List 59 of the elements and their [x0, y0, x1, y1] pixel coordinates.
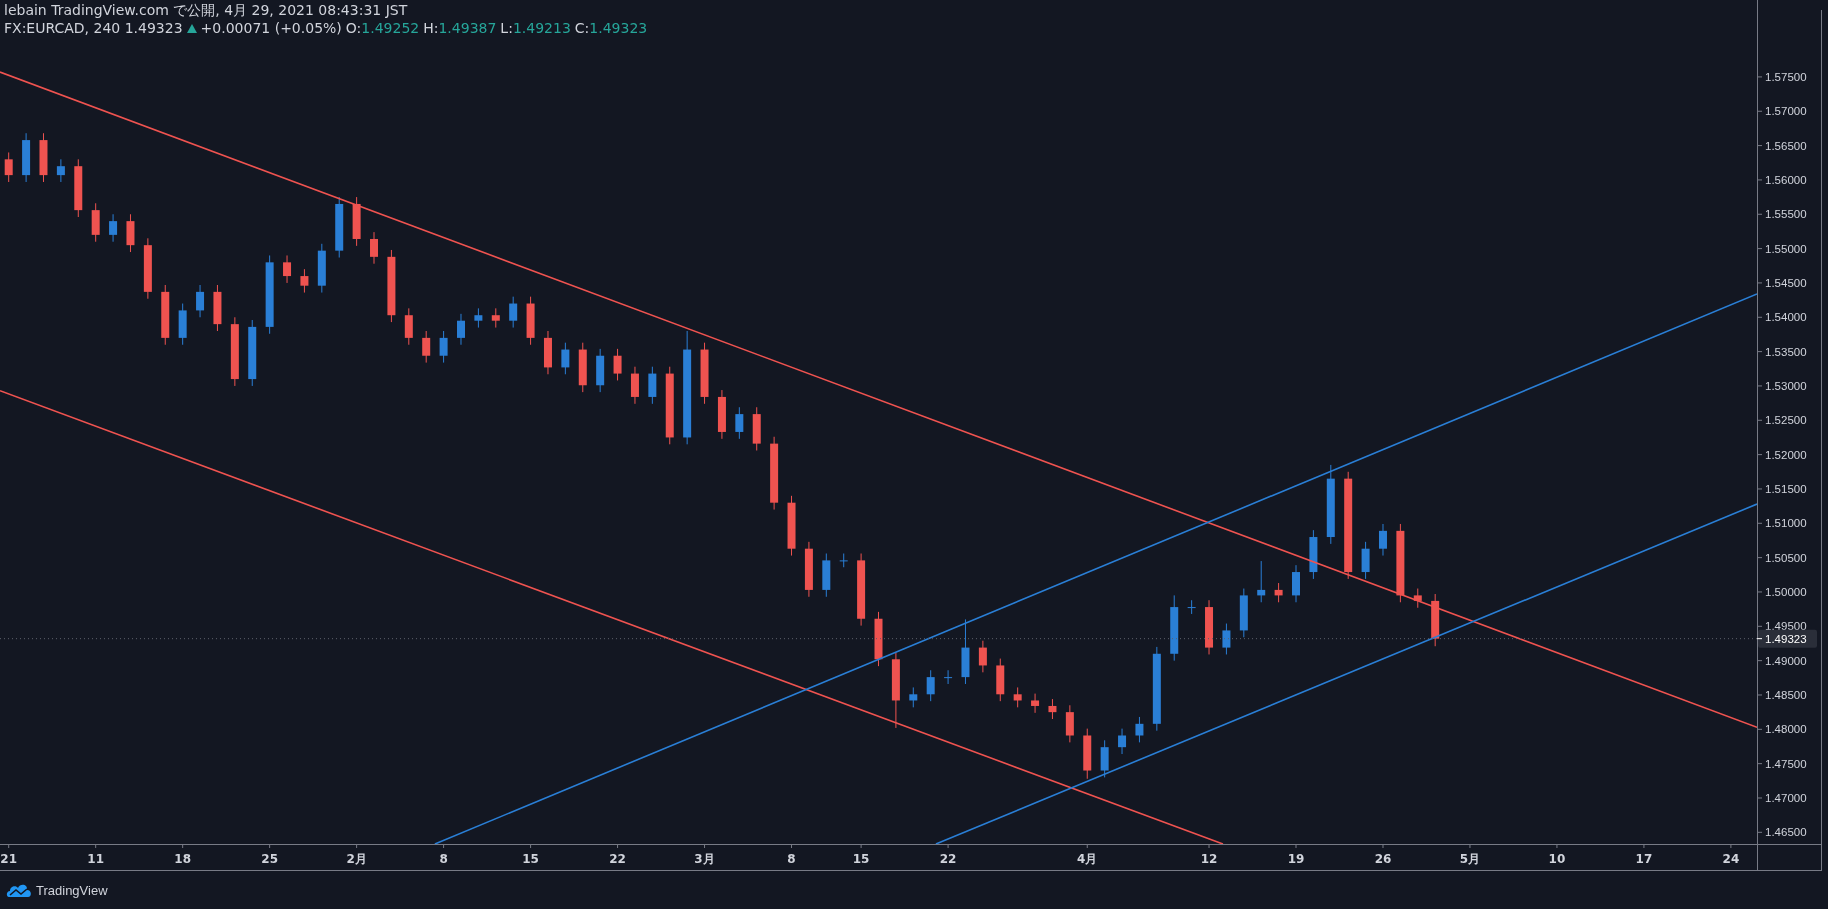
- time-tick-label: 19: [1287, 852, 1305, 866]
- ohlc-label: L:: [500, 20, 513, 37]
- symbol-label: FX:EURCAD, 240 1.49323: [4, 20, 183, 37]
- price-tick-label: 1.55000: [1765, 242, 1807, 255]
- time-tick-label: 12: [1200, 852, 1218, 866]
- time-tick-label: 26: [1374, 852, 1392, 866]
- time-tick-label: 5月: [1459, 852, 1481, 866]
- price-tick-label: 1.47500: [1765, 757, 1807, 770]
- brand-name: TradingView: [36, 882, 108, 898]
- price-tick-label: 1.48500: [1765, 689, 1807, 701]
- price-tick-label: 1.47000: [1765, 792, 1807, 804]
- price-tick-label: 1.48000: [1765, 723, 1807, 736]
- time-tick-label: 22: [939, 852, 957, 866]
- price-tick-label: 1.55500: [1765, 208, 1807, 221]
- time-tick-label: 4月: [1077, 852, 1098, 866]
- time-tick-label: 3月: [694, 852, 715, 866]
- time-tick-label: 10: [1548, 852, 1566, 866]
- price-tick-label: 1.49500: [1765, 620, 1807, 633]
- price-tick-label: 1.50500: [1765, 551, 1807, 564]
- price-tick-label: 1.50000: [1765, 585, 1807, 598]
- time-tick-label: 22: [609, 852, 626, 866]
- ohlc-value: 1.49323: [589, 20, 648, 37]
- price-tick-label: 1.51000: [1765, 517, 1807, 530]
- ohlc-label: H:: [423, 20, 439, 37]
- price-tick-label: 1.54500: [1765, 276, 1807, 289]
- time-tick-label: 21: [0, 852, 18, 866]
- up-triangle-icon: [186, 24, 197, 33]
- price-tick-label: 1.52000: [1765, 448, 1807, 461]
- price-tick-label: 1.56000: [1765, 173, 1807, 186]
- publisher-line: lebain TradingView.com で公開, 4月 29, 2021 08:43:31 JST: [4, 2, 408, 19]
- price-tick-label: 1.54000: [1765, 311, 1807, 324]
- time-tick-label: 15: [522, 852, 539, 866]
- price-tick-label: 1.52500: [1765, 414, 1807, 427]
- ohlc-label: O:: [345, 20, 362, 37]
- price-tick-label: 1.56500: [1765, 139, 1807, 152]
- last-price-label: 1.49323: [1765, 632, 1807, 645]
- last-price-label-background: [1758, 629, 1817, 648]
- time-tick-label: 11: [87, 852, 105, 866]
- price-tick-label: 1.57000: [1765, 105, 1807, 118]
- price-tick-label: 1.57500: [1765, 70, 1807, 83]
- cloud-logo-icon: [6, 882, 32, 898]
- time-tick-label: 2月: [346, 852, 367, 866]
- price-tick-label: 1.53500: [1765, 345, 1807, 358]
- time-tick-label: 17: [1635, 852, 1653, 866]
- ohlc-value: 1.49213: [512, 20, 571, 37]
- ohlc-value: 1.49387: [438, 20, 497, 37]
- ohlc-value: 1.49252: [361, 20, 420, 37]
- time-tick-label: 8: [439, 852, 448, 866]
- price-tick-label: 1.53000: [1765, 379, 1807, 392]
- price-tick-label: 1.46500: [1765, 826, 1807, 839]
- change-label: +0.00071 (+0.05%): [200, 20, 342, 37]
- price-tick-label: 1.51500: [1765, 482, 1807, 495]
- ohlc-label: C:: [574, 20, 590, 37]
- time-tick-label: 18: [174, 852, 191, 866]
- time-tick-label: 8: [787, 852, 796, 866]
- time-tick-label: 15: [852, 852, 870, 866]
- price-tick-label: 1.49000: [1765, 654, 1807, 667]
- time-tick-label: 24: [1722, 852, 1740, 866]
- time-tick-label: 25: [261, 852, 278, 866]
